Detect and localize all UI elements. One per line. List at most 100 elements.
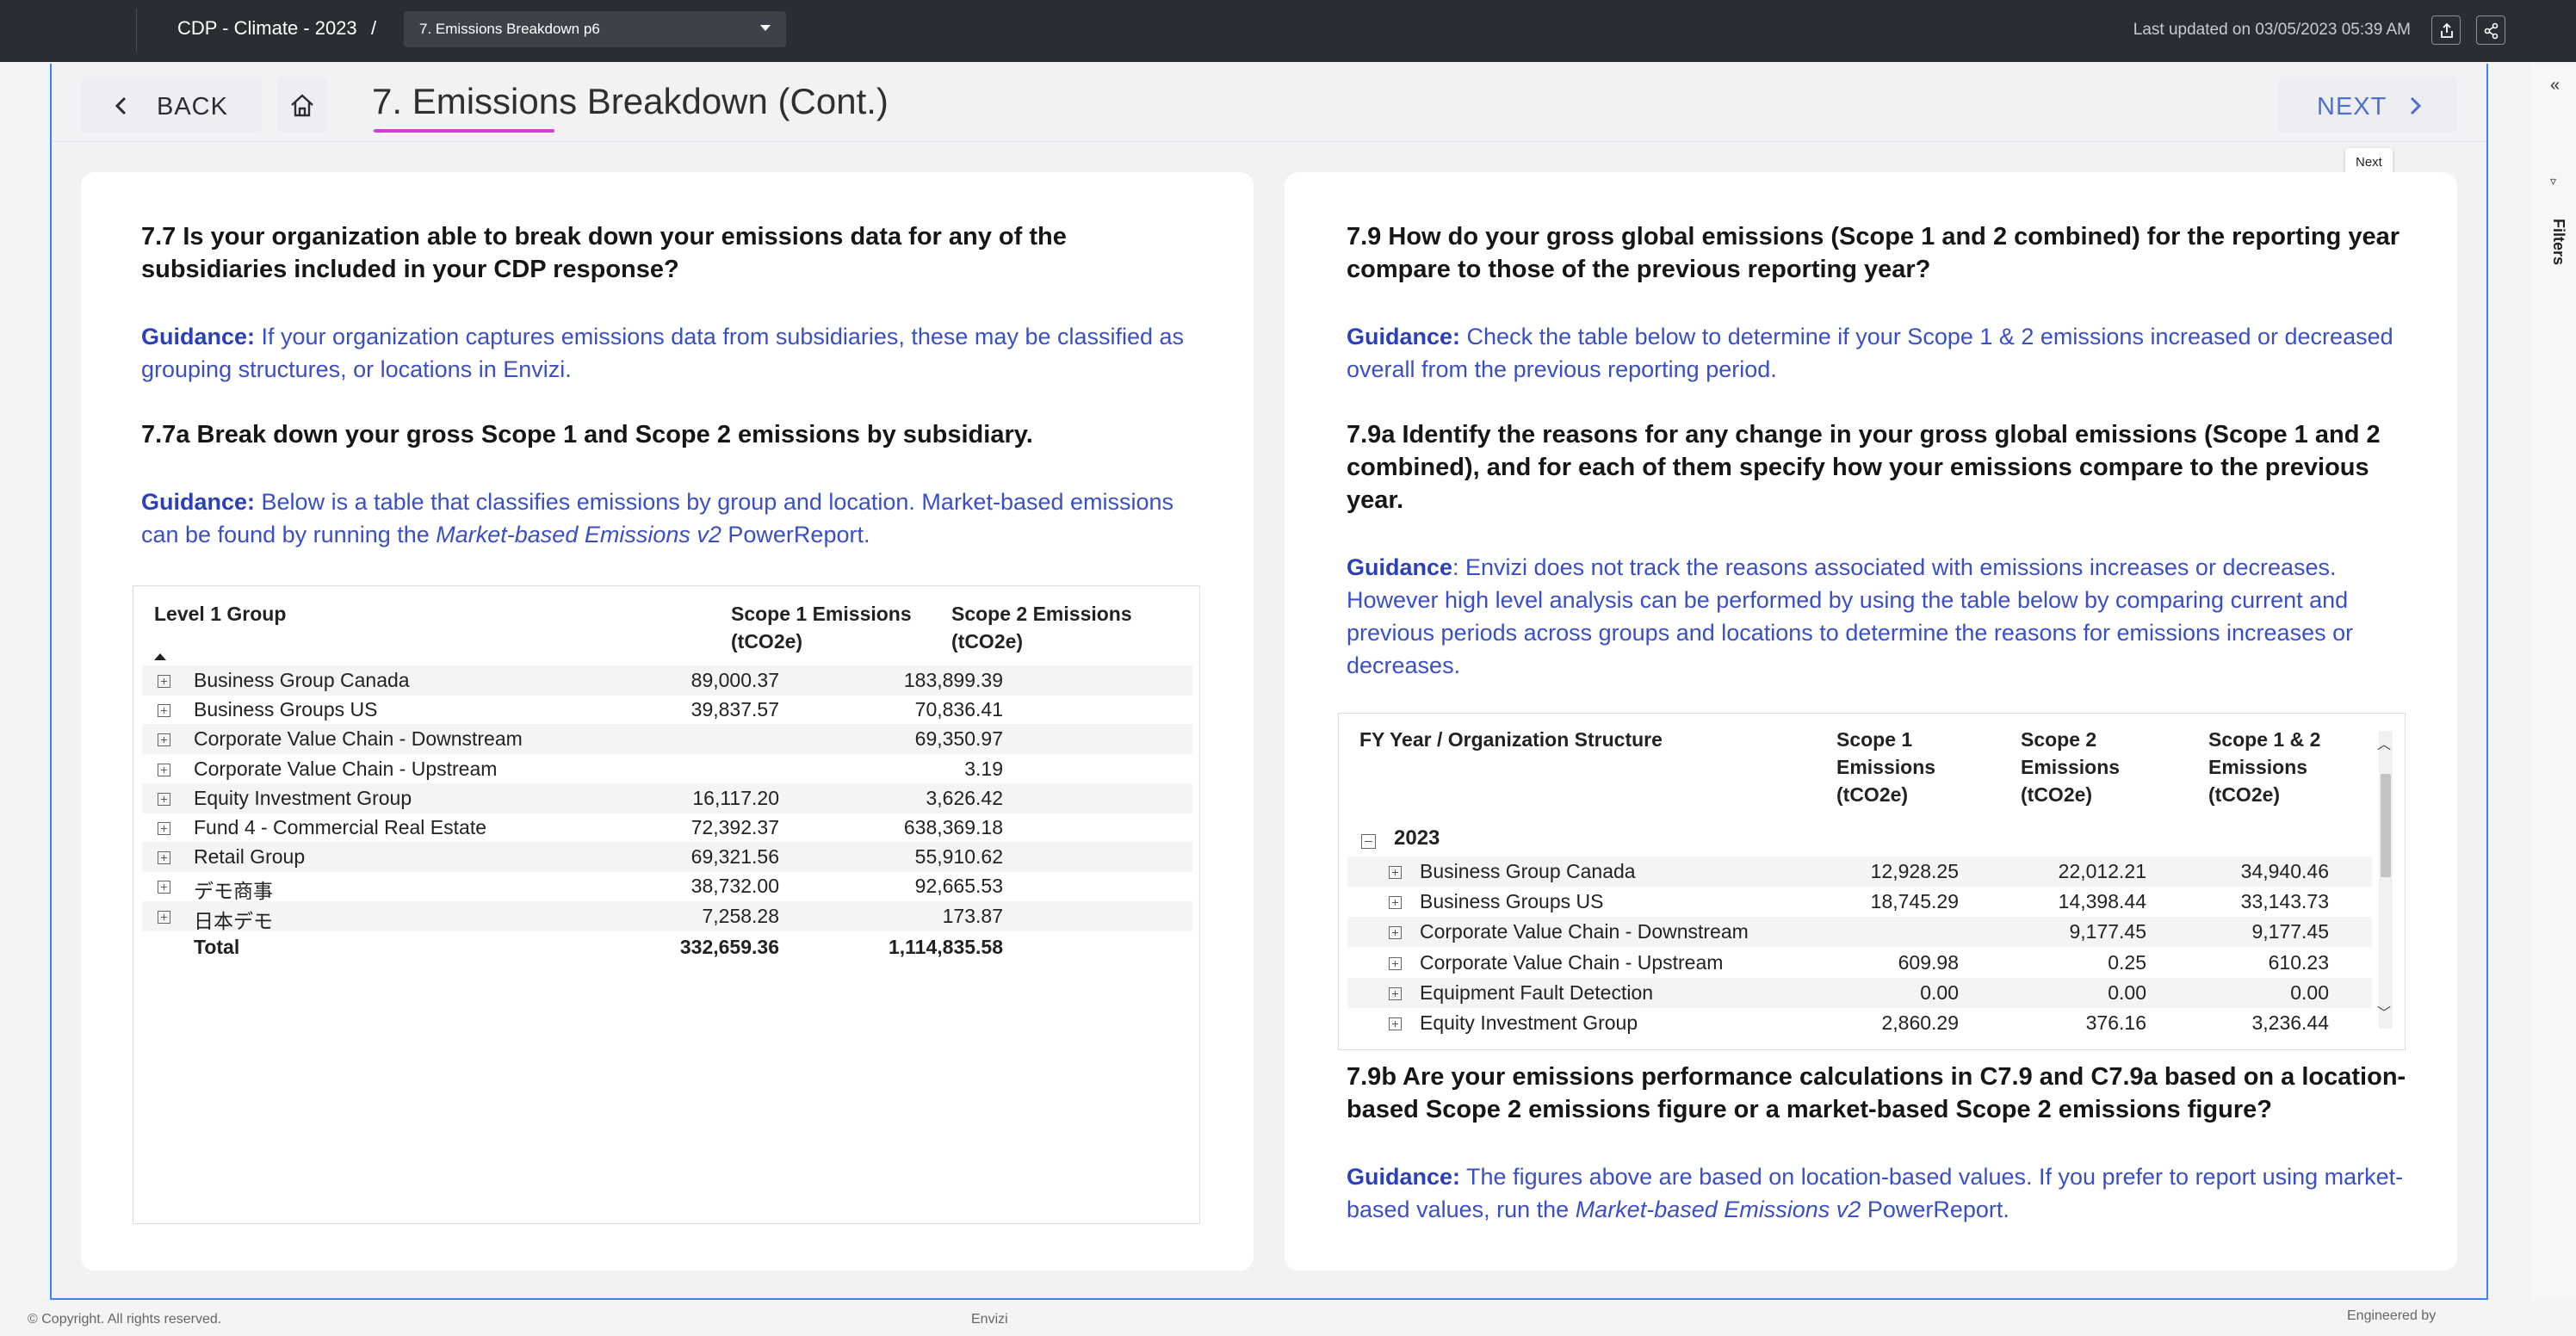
guidance-label: Guidance: <box>141 324 256 349</box>
scrollbar-thumb[interactable] <box>2381 774 2391 877</box>
guidance-text: Check the table below to determine if yo… <box>1347 324 2393 382</box>
card-left: 7.7 Is your organization able to break d… <box>81 172 1254 1271</box>
expand-row-icon[interactable] <box>1389 866 1402 879</box>
table-scrollbar[interactable] <box>2379 731 2393 1029</box>
row-label: Retail Group <box>194 845 306 869</box>
expand-row-icon[interactable] <box>1389 987 1402 1000</box>
column-header-fy-org[interactable]: FY Year / Organization Structure <box>1359 726 1663 753</box>
share-button[interactable] <box>2476 15 2505 45</box>
cell-s2: 92,665.53 <box>914 875 1003 898</box>
table-row[interactable]: 日本デモ 7,258.28 173.87 <box>142 900 1192 932</box>
column-header-scope1[interactable]: Scope 1 Emissions (tCO2e) <box>731 600 912 655</box>
expand-row-icon[interactable] <box>158 675 170 688</box>
row-label: Equity Investment Group <box>1420 1011 1638 1034</box>
expand-row-icon[interactable] <box>158 910 170 924</box>
expand-row-icon[interactable] <box>158 763 170 776</box>
cell-s1: 18,745.29 <box>1870 890 1959 913</box>
expand-row-icon[interactable] <box>158 704 170 718</box>
table-row[interactable]: Retail Group 69,321.56 55,910.62 <box>142 842 1192 873</box>
subsidiary-emissions-table: Level 1 Group Scope 1 Emissions (tCO2e) … <box>133 585 1200 1224</box>
report-name-link[interactable]: Market-based Emissions v2 <box>436 522 721 547</box>
brand-text: Envizi <box>971 1312 1008 1327</box>
year-label: 2023 <box>1394 826 1440 850</box>
report-name-link[interactable]: Market-based Emissions v2 <box>1576 1197 1861 1222</box>
expand-row-icon[interactable] <box>158 822 170 835</box>
cell-s12: 0.00 <box>2290 980 2329 1004</box>
question-7-9: 7.9 How do your gross global emissions (… <box>1347 223 2400 283</box>
column-header-scope12[interactable]: Scope 1 & 2 Emissions (tCO2e) <box>2208 726 2320 808</box>
engineered-by-text: Engineered by <box>2347 1308 2437 1323</box>
collapse-year-icon[interactable] <box>1361 834 1376 849</box>
table-row[interactable]: Business Groups US 39,837.57 70,836.41 <box>142 695 1192 725</box>
title-underline <box>374 129 554 133</box>
header-line: Emissions <box>2021 756 2121 778</box>
row-label: Equipment Fault Detection <box>1420 980 1654 1004</box>
back-button[interactable]: BACK <box>81 79 262 133</box>
column-header-scope2[interactable]: Scope 2 Emissions (tCO2e) <box>2021 726 2120 808</box>
expand-row-icon[interactable] <box>1389 956 1402 970</box>
expand-row-icon[interactable] <box>158 733 170 747</box>
header-line: (tCO2e) <box>731 630 803 653</box>
column-header-scope1[interactable]: Scope 1 Emissions (tCO2e) <box>1836 726 1935 808</box>
expand-row-icon[interactable] <box>158 792 170 806</box>
scroll-up-icon[interactable]: ︿ <box>2377 733 2391 753</box>
breadcrumb-report[interactable]: CDP - Climate - 2023 <box>177 17 357 40</box>
next-button[interactable]: NEXT <box>2278 79 2457 133</box>
chevron-down-icon <box>760 25 771 31</box>
table-row[interactable]: Fund 4 - Commercial Real Estate 72,392.37… <box>142 813 1192 843</box>
guidance-7-7a: Guidance: Below is a table that classifi… <box>141 486 1209 551</box>
page-select-dropdown[interactable]: 7. Emissions Breakdown p6 <box>404 11 786 47</box>
table-row[interactable]: デモ商事 38,732.00 92,665.53 <box>142 871 1192 903</box>
scroll-down-icon[interactable]: ﹀ <box>2377 1001 2391 1022</box>
row-label: Business Group Canada <box>1420 860 1636 882</box>
table-row[interactable]: Business Group Canada 12,928.25 22,012.21 3… <box>1347 857 2372 887</box>
header-line: (tCO2e) <box>2021 783 2093 806</box>
column-header-scope2[interactable]: Scope 2 Emissions (tCO2e) <box>951 600 1132 655</box>
header-line: Emissions <box>1836 756 1936 778</box>
table-row[interactable]: Corporate Value Chain - Downstream 69,350… <box>142 724 1192 755</box>
divider <box>136 9 137 52</box>
card-right: 7.9 How do your gross global emissions (… <box>1285 172 2457 1271</box>
table-row[interactable]: Equipment Fault Detection 0.00 0.00 0.00 <box>1347 977 2372 1008</box>
expand-row-icon[interactable] <box>1389 1017 1402 1030</box>
cell-s1: 7,258.28 <box>702 904 779 927</box>
cell-s12: 9,177.45 <box>2251 920 2329 943</box>
row-label: デモ商事 <box>194 880 273 903</box>
expand-row-icon[interactable] <box>158 881 170 894</box>
table-row[interactable]: Equity Investment Group 2,860.29 376.16 3,2… <box>1347 1008 2372 1038</box>
row-label: Business Group Canada <box>194 669 410 691</box>
table-row[interactable]: Corporate Value Chain - Downstream 9,177.… <box>1347 917 2372 948</box>
table-row[interactable]: Equity Investment Group 16,117.20 3,626.42 <box>142 782 1192 813</box>
table-row[interactable]: Corporate Value Chain - Upstream 3.19 <box>142 754 1192 784</box>
sort-ascending-icon[interactable] <box>154 653 166 660</box>
expand-row-icon[interactable] <box>1389 926 1402 940</box>
expand-row-icon[interactable] <box>1389 896 1402 910</box>
guidance-7-7: Guidance: If your organization captures … <box>141 320 1209 386</box>
cell-s1: 16,117.20 <box>692 786 779 809</box>
guidance-text: : Envizi does not track the reasons asso… <box>1347 554 2354 678</box>
cell-s1: 39,837.57 <box>690 698 779 721</box>
cell-s1: 2,860.29 <box>1881 1011 1959 1034</box>
cell-s2: 14,398.44 <box>2058 890 2146 913</box>
cell-s1: 332,659.36 <box>679 935 779 958</box>
filters-label: Filters <box>2550 219 2567 266</box>
question-7-9b: 7.9b Are your emissions performance calc… <box>1347 1063 2406 1123</box>
home-button[interactable] <box>277 79 327 133</box>
collapse-icon[interactable]: « <box>2550 76 2560 96</box>
expand-row-icon[interactable] <box>158 851 170 865</box>
column-header-level1-group[interactable]: Level 1 Group <box>154 600 286 628</box>
row-label: Fund 4 - Commercial Real Estate <box>194 816 487 838</box>
table-row[interactable]: Business Group Canada 89,000.37 183,899.39 <box>142 665 1192 696</box>
home-icon <box>291 94 313 117</box>
cell-s2: 3,626.42 <box>926 786 1003 809</box>
row-label: Corporate Value Chain - Downstream <box>194 727 523 751</box>
guidance-text: If your organization captures emissions … <box>141 324 1185 382</box>
table-row[interactable]: Business Groups US 18,745.29 14,398.44 33,1… <box>1347 887 2372 917</box>
filters-panel[interactable]: « ▿ Filters <box>2531 64 2576 1300</box>
export-icon <box>2441 22 2453 38</box>
cell-s2: 70,836.41 <box>914 698 1003 721</box>
export-button[interactable] <box>2431 15 2461 45</box>
header-line: Scope 1 <box>1836 728 1913 751</box>
table-row[interactable]: Corporate Value Chain - Upstream 609.98 0.… <box>1347 948 2372 978</box>
guidance-7-9b: Guidance: The figures above are based on… <box>1347 1160 2414 1226</box>
